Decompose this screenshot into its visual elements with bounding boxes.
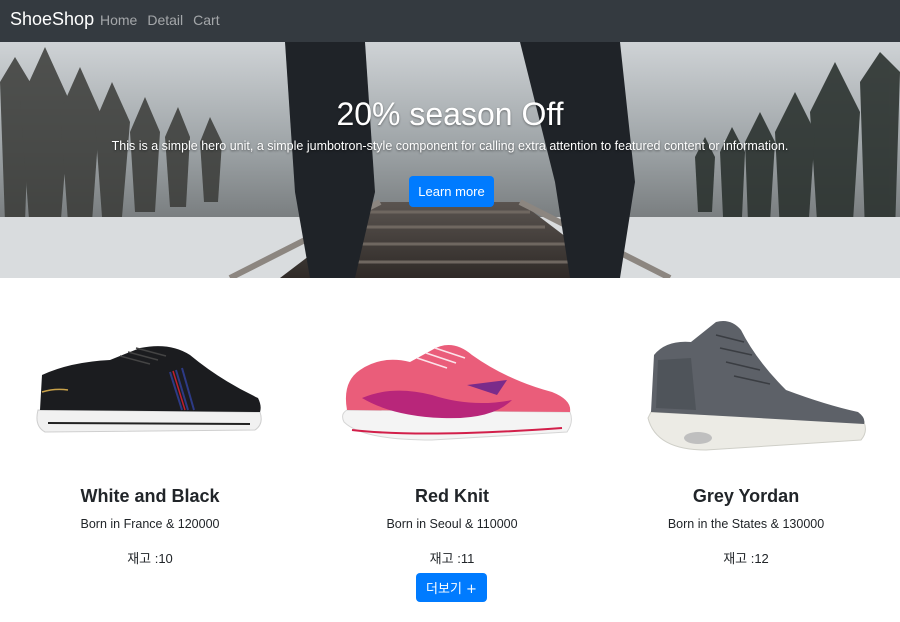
nav-link-detail[interactable]: Detail [147,12,183,28]
nav-link-home[interactable]: Home [100,12,137,28]
hero-description: This is a simple hero unit, a simple jum… [111,139,789,153]
product-stock: 재고 :12 [723,551,769,566]
product-card[interactable]: Red Knit Born in Seoul & 110000 재고 :11 [302,300,602,570]
hero-banner: 20% season Off This is a simple hero uni… [0,42,900,278]
hero-title: 20% season Off [336,96,564,132]
hero-background-image [0,42,900,278]
navbar: ShoeShop Home Detail Cart [0,0,900,42]
product-description: Born in the States & 130000 [667,517,825,531]
product-title: Grey Yordan [692,486,800,506]
nav-links: Home Detail Cart [100,12,230,28]
product-description: Born in Seoul & 110000 [386,517,518,531]
brand-logo[interactable]: ShoeShop [10,9,94,30]
product-card[interactable]: Grey Yordan Born in the States & 130000 … [596,300,896,570]
product-stock: 재고 :11 [429,551,475,566]
product-card[interactable]: White and Black Born in France & 120000 … [0,300,300,570]
product-image-pink-running-shoe [342,345,572,441]
product-image-black-sneaker [36,346,262,433]
product-description: Born in France & 120000 [80,517,220,531]
nav-link-cart[interactable]: Cart [193,12,219,28]
product-title: White and Black [80,486,220,506]
product-image-grey-high-top-sneaker [647,321,866,451]
product-stock: 재고 :10 [127,551,173,566]
product-title: Red Knit [415,486,489,506]
load-more-button[interactable]: 더보기 + [416,573,487,602]
learn-more-button[interactable]: Learn more [409,176,494,207]
